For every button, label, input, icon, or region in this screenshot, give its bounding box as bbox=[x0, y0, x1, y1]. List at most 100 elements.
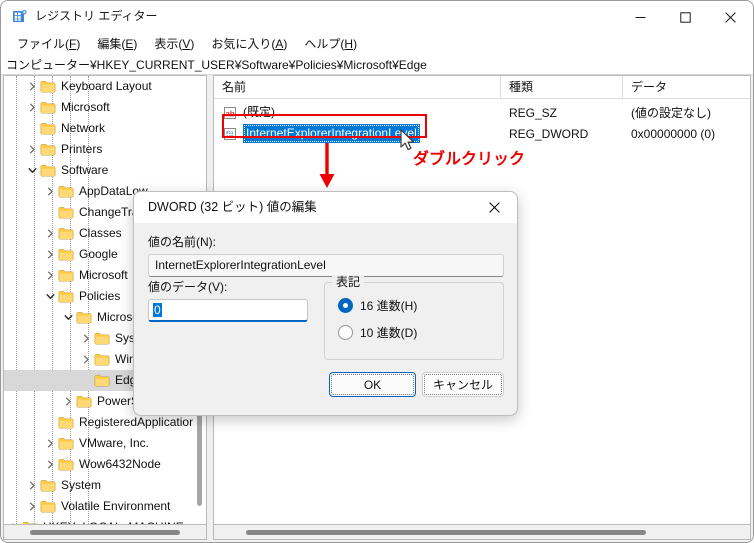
chevron-right-icon[interactable] bbox=[44, 223, 57, 244]
folder-icon bbox=[93, 370, 111, 391]
value-name-text: (既定) bbox=[243, 105, 275, 119]
chevron-down-icon[interactable] bbox=[44, 286, 57, 307]
chevron-right-icon[interactable] bbox=[44, 181, 57, 202]
ok-button[interactable]: OK bbox=[329, 372, 416, 397]
tree-item-printers[interactable]: Printers bbox=[4, 139, 193, 160]
menu-help[interactable]: ヘルプ(H) bbox=[296, 35, 366, 54]
tree-horizontal-scrollbar-thumb[interactable] bbox=[30, 530, 180, 535]
svg-text:100: 100 bbox=[226, 136, 234, 140]
tree-item-vmware-inc[interactable]: VMware, Inc. bbox=[4, 433, 193, 454]
tree-horizontal-scrollbar[interactable] bbox=[3, 525, 207, 540]
values-horizontal-scrollbar[interactable] bbox=[213, 525, 751, 540]
menu-file[interactable]: ファイル(F) bbox=[9, 35, 89, 54]
chevron-down-icon[interactable] bbox=[26, 160, 39, 181]
tree-item-label: Microsoft bbox=[79, 268, 128, 282]
tree-item-label: Classes bbox=[79, 226, 122, 240]
dword-value-icon: 011 100 bbox=[222, 126, 238, 142]
value-data-input[interactable]: 0 bbox=[148, 299, 308, 322]
tree-item-system[interactable]: System bbox=[4, 475, 193, 496]
tree-item-microsoft[interactable]: Microsoft bbox=[4, 97, 193, 118]
column-header-data[interactable]: データ bbox=[623, 76, 750, 98]
dialog-close-button[interactable] bbox=[472, 192, 517, 223]
folder-icon bbox=[39, 475, 57, 496]
radio-hexadecimal-label: 16 進数(H) bbox=[360, 299, 418, 313]
chevron-right-icon[interactable] bbox=[44, 454, 57, 475]
radio-hexadecimal[interactable]: 16 進数(H) bbox=[338, 297, 417, 314]
folder-icon bbox=[39, 97, 57, 118]
chevron-right-icon[interactable] bbox=[26, 475, 39, 496]
tree-item-software[interactable]: Software bbox=[4, 160, 193, 181]
chevron-right-icon[interactable] bbox=[62, 391, 75, 412]
value-data-input-text: 0 bbox=[153, 303, 162, 317]
folder-icon bbox=[39, 139, 57, 160]
tree-item-label: Wow6432Node bbox=[79, 457, 161, 471]
column-header-type[interactable]: 種類 bbox=[501, 76, 623, 98]
value-name-cell: 011 100 InternetExplorerIntegrationLevel bbox=[214, 123, 501, 144]
tree-item-keyboard-layout[interactable]: Keyboard Layout bbox=[4, 76, 193, 97]
edit-dword-dialog: DWORD (32 ビット) 値の編集 値の名前(N): InternetExp… bbox=[133, 191, 518, 416]
chevron-down-icon[interactable] bbox=[62, 307, 75, 328]
chevron-right-icon[interactable] bbox=[44, 265, 57, 286]
minimize-button[interactable] bbox=[618, 1, 663, 33]
chevron-right-icon[interactable] bbox=[44, 433, 57, 454]
chevron-right-icon[interactable] bbox=[26, 139, 39, 160]
tree-item-label: Software bbox=[61, 163, 109, 177]
folder-icon bbox=[57, 286, 75, 307]
folder-icon bbox=[93, 349, 111, 370]
values-horizontal-scrollbar-thumb[interactable] bbox=[246, 530, 646, 535]
maximize-button[interactable] bbox=[663, 1, 708, 33]
tree-item-label: Network bbox=[61, 121, 106, 135]
chevron-right-icon[interactable] bbox=[8, 517, 21, 524]
menu-edit[interactable]: 編集(E) bbox=[89, 35, 146, 54]
tree-item-network[interactable]: Network bbox=[4, 118, 193, 139]
registry-path: コンピューター¥HKEY_CURRENT_USER¥Software¥Polic… bbox=[6, 58, 427, 72]
chevron-right-icon[interactable] bbox=[44, 244, 57, 265]
menu-edit-tail: ) bbox=[133, 36, 138, 51]
menu-help-label: ヘルプ( bbox=[304, 36, 345, 51]
cancel-button[interactable]: キャンセル bbox=[422, 372, 504, 397]
radio-decimal[interactable]: 10 進数(D) bbox=[338, 324, 417, 341]
table-row[interactable]: ab (既定) REG_SZ (値の設定なし) bbox=[214, 102, 750, 123]
tree-item-volatile-environment[interactable]: Volatile Environment bbox=[4, 496, 193, 517]
table-row[interactable]: 011 100 InternetExplorerIntegrationLevel… bbox=[214, 123, 750, 144]
value-name-input[interactable]: InternetExplorerIntegrationLevel bbox=[148, 254, 504, 277]
column-header-name[interactable]: 名前 bbox=[214, 76, 501, 98]
chevron-right-icon[interactable] bbox=[26, 97, 39, 118]
registry-editor-icon bbox=[12, 9, 28, 25]
window-title: レジストリ エディター bbox=[35, 9, 158, 23]
tree-item-wow6432node[interactable]: Wow6432Node bbox=[4, 454, 193, 475]
folder-icon bbox=[57, 244, 75, 265]
value-name-text: InternetExplorerIntegrationLevel bbox=[243, 124, 420, 143]
chevron-right-icon[interactable] bbox=[26, 496, 39, 517]
radio-hexadecimal-indicator bbox=[338, 298, 353, 313]
folder-icon bbox=[57, 433, 75, 454]
chevron-right-icon[interactable] bbox=[80, 349, 93, 370]
menu-favorites[interactable]: お気に入り(A) bbox=[203, 35, 296, 54]
menu-help-tail: ) bbox=[353, 36, 358, 51]
radio-decimal-label: 10 進数(D) bbox=[360, 326, 418, 340]
menu-file-label: ファイル( bbox=[17, 36, 69, 51]
menu-help-accel: H bbox=[344, 36, 354, 51]
chevron-right-icon[interactable] bbox=[80, 328, 93, 349]
menu-view-label: 表示( bbox=[154, 36, 183, 51]
dialog-title-bar: DWORD (32 ビット) 値の編集 bbox=[134, 192, 517, 223]
tree-item-label: System bbox=[61, 478, 102, 492]
menu-view-tail: ) bbox=[190, 36, 195, 51]
tree-item-label: Google bbox=[79, 247, 118, 261]
dialog-title: DWORD (32 ビット) 値の編集 bbox=[148, 200, 317, 214]
tree-item-hkey-local-machine[interactable]: HKEY_LOCAL_MACHINE bbox=[4, 517, 193, 524]
address-bar[interactable]: コンピューター¥HKEY_CURRENT_USER¥Software¥Polic… bbox=[1, 55, 753, 75]
folder-icon bbox=[39, 496, 57, 517]
folder-icon bbox=[57, 202, 75, 223]
close-button[interactable] bbox=[708, 1, 753, 33]
menu-view[interactable]: 表示(V) bbox=[146, 35, 203, 54]
folder-icon bbox=[57, 223, 75, 244]
chevron-right-icon[interactable] bbox=[26, 76, 39, 97]
annotation-label: ダブルクリック bbox=[413, 151, 526, 168]
tree-item-label: Volatile Environment bbox=[61, 499, 171, 513]
folder-icon bbox=[75, 391, 93, 412]
folder-icon bbox=[57, 181, 75, 202]
folder-icon bbox=[39, 160, 57, 181]
